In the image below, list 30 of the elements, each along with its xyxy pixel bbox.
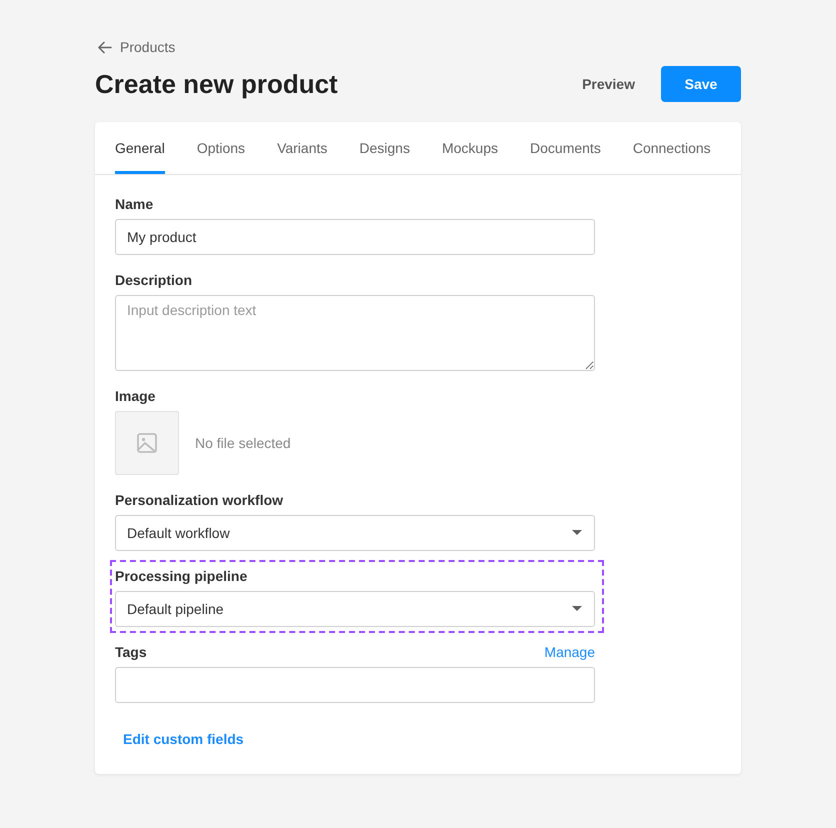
tab[interactable]: Variants [277, 122, 328, 174]
field-label: Description [115, 272, 192, 288]
dropdown-field[interactable]: Default workflow [115, 514, 595, 550]
image-icon [137, 432, 157, 452]
field-label: Tags [115, 644, 147, 660]
edit-custom-fields-link[interactable]: Edit custom fields [115, 722, 252, 754]
file-status-text: No file selected [195, 434, 291, 450]
page-title: Create new product [95, 68, 338, 100]
manage-link[interactable]: Manage [544, 644, 595, 660]
back-link[interactable]: Products [95, 37, 176, 57]
field-label: Name [115, 196, 154, 212]
text-field[interactable] [115, 666, 595, 702]
caret-icon [572, 530, 582, 535]
tab[interactable]: General [115, 122, 165, 174]
dropdown-field[interactable]: Default pipeline [115, 590, 595, 626]
tab[interactable]: Documents [530, 122, 601, 174]
tab[interactable]: Options [196, 122, 246, 174]
tab[interactable]: Designs [359, 122, 410, 174]
field-label: Personalization workflow [115, 492, 284, 508]
save-button[interactable]: Save [661, 66, 741, 102]
text-field[interactable]: My product [115, 218, 595, 254]
back-arrow-icon [97, 40, 112, 54]
preview-button[interactable]: Preview [566, 66, 651, 102]
tab[interactable]: Mockups [442, 122, 498, 174]
caret-icon [572, 606, 582, 611]
image-upload-tile[interactable] [115, 410, 179, 474]
textarea-field[interactable]: Input description text [115, 294, 595, 370]
tab[interactable]: Connections [632, 122, 711, 174]
field-label: Image [115, 388, 156, 404]
field-label: Processing pipeline [115, 568, 248, 584]
